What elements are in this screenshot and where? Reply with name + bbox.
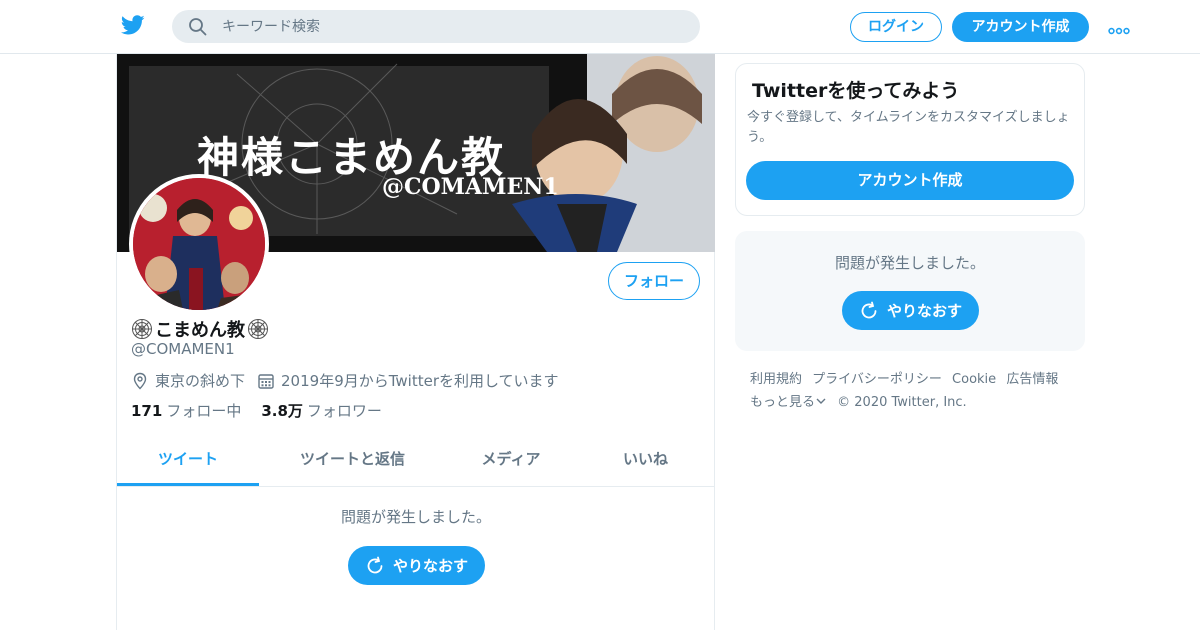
footer-copyright: © 2020 Twitter, Inc. bbox=[837, 395, 967, 410]
profile-handle: @COMAMEN1 bbox=[131, 340, 235, 358]
following-link[interactable]: 171 フォロー中 bbox=[131, 400, 241, 421]
footer-link-ads[interactable]: 広告情報 bbox=[1006, 372, 1058, 387]
follow-button[interactable]: フォロー bbox=[608, 262, 700, 300]
joined-text: 2019年9月からTwitterを利用しています bbox=[281, 372, 559, 390]
tab-tweets-and-replies[interactable]: ツイートと返信 bbox=[259, 436, 446, 486]
tab-tweets[interactable]: ツイート bbox=[117, 436, 259, 486]
location-item: 東京の斜め下 bbox=[131, 370, 245, 391]
location-text: 東京の斜め下 bbox=[155, 372, 246, 390]
sidebar-retry-button[interactable]: やりなおす bbox=[842, 291, 979, 330]
sidebar-error-card: 問題が発生しました。 やりなおす bbox=[735, 231, 1085, 351]
signup-card-button[interactable]: アカウント作成 bbox=[746, 161, 1074, 200]
login-button[interactable]: ログイン bbox=[850, 12, 942, 42]
following-count: 171 bbox=[131, 402, 163, 420]
display-name-row: こまめん教 bbox=[131, 316, 269, 342]
refresh-icon bbox=[365, 556, 385, 576]
search-icon bbox=[188, 17, 208, 37]
search-input[interactable] bbox=[222, 10, 682, 43]
chevron-down-icon bbox=[815, 395, 827, 410]
footer-link-cookie[interactable]: Cookie bbox=[952, 372, 996, 387]
tab-likes[interactable]: いいね bbox=[576, 436, 715, 486]
timeline-error-text: 問題が発生しました。 bbox=[340, 508, 491, 526]
footer-more-link[interactable]: もっと見る bbox=[750, 395, 827, 410]
signup-card-description: 今すぐ登録して、タイムラインをカスタマイズしましょう。 bbox=[747, 110, 1070, 145]
twitter-bird-icon[interactable] bbox=[120, 13, 146, 37]
signup-card: Twitterを使ってみよう 今すぐ登録して、タイムラインをカスタマイズしましょ… bbox=[735, 63, 1085, 216]
tab-media[interactable]: メディア bbox=[446, 436, 576, 486]
sidebar-retry-label: やりなおす bbox=[886, 302, 962, 320]
footer-link-privacy[interactable]: プライバシーポリシー bbox=[812, 372, 942, 387]
avatar[interactable] bbox=[129, 174, 269, 314]
location-pin-icon bbox=[131, 372, 149, 390]
retry-label: やりなおす bbox=[392, 557, 468, 575]
profile-meta: 東京の斜め下 2019年9月からTwitterを利用しています bbox=[131, 370, 571, 391]
joined-item: 2019年9月からTwitterを利用しています bbox=[257, 370, 559, 391]
spider-web-icon bbox=[131, 318, 153, 340]
signup-button[interactable]: アカウント作成 bbox=[952, 12, 1089, 42]
follow-stats: 171 フォロー中 3.8万 フォロワー bbox=[131, 400, 382, 421]
signup-card-title: Twitterを使ってみよう bbox=[752, 80, 960, 102]
banner-handle: @COMAMEN1 bbox=[382, 174, 559, 200]
footer-link-terms[interactable]: 利用規約 bbox=[750, 372, 802, 387]
calendar-icon bbox=[257, 372, 275, 390]
footer-links-row: 利用規約 プライバシーポリシー Cookie 広告情報 bbox=[750, 368, 1080, 391]
display-name: こまめん教 bbox=[155, 320, 245, 341]
refresh-icon bbox=[859, 301, 879, 321]
sidebar-error-text: 問題が発生しました。 bbox=[834, 254, 985, 272]
following-label: フォロー中 bbox=[166, 402, 242, 420]
profile-column: 神様こまめん教 @COMAMEN1 フォロー こまめん教 @COMAMEN1 東… bbox=[116, 54, 715, 630]
footer: 利用規約 プライバシーポリシー Cookie 広告情報 もっと見る © 2020… bbox=[750, 368, 1080, 414]
top-navigation-bar: ログイン アカウント作成 bbox=[0, 0, 1200, 54]
footer-second-row: もっと見る © 2020 Twitter, Inc. bbox=[750, 391, 1080, 414]
profile-tabs: ツイート ツイートと返信 メディア いいね bbox=[117, 436, 715, 487]
followers-link[interactable]: 3.8万 フォロワー bbox=[261, 400, 382, 421]
more-dots-icon[interactable] bbox=[1108, 21, 1130, 35]
followers-count: 3.8万 bbox=[261, 402, 303, 420]
followers-label: フォロワー bbox=[306, 402, 382, 420]
spider-web-icon bbox=[247, 318, 269, 340]
footer-more-label: もっと見る bbox=[750, 395, 816, 410]
search-box[interactable] bbox=[172, 10, 700, 43]
retry-button[interactable]: やりなおす bbox=[348, 546, 485, 585]
